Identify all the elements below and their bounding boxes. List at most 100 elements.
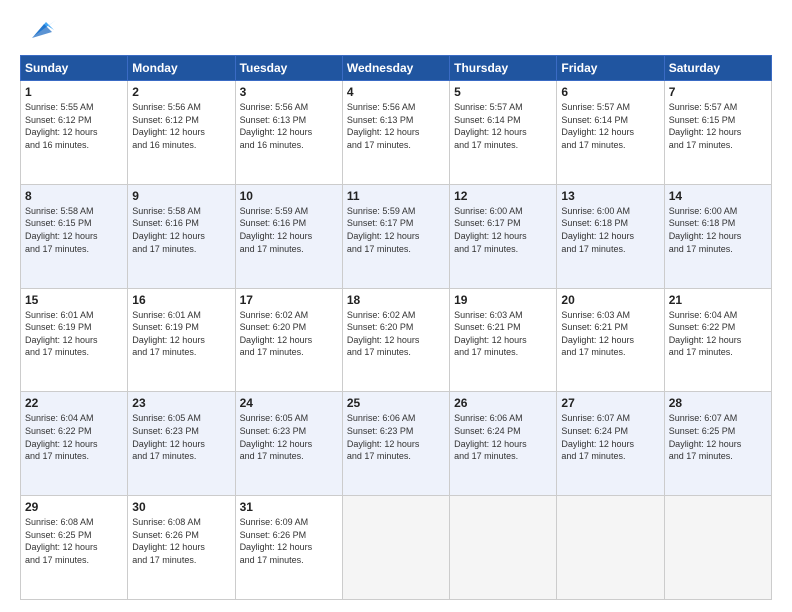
calendar-cell: 4 Sunrise: 5:56 AMSunset: 6:13 PMDaylight… xyxy=(342,81,449,185)
day-of-week-header: Thursday xyxy=(450,56,557,81)
logo-icon xyxy=(26,18,56,45)
day-number: 3 xyxy=(240,85,338,99)
day-info: Sunrise: 5:57 AMSunset: 6:14 PMDaylight:… xyxy=(454,101,552,151)
day-number: 4 xyxy=(347,85,445,99)
calendar-cell: 15 Sunrise: 6:01 AMSunset: 6:19 PMDayligh… xyxy=(21,288,128,392)
calendar-cell: 6 Sunrise: 5:57 AMSunset: 6:14 PMDaylight… xyxy=(557,81,664,185)
day-number: 13 xyxy=(561,189,659,203)
day-info: Sunrise: 5:56 AMSunset: 6:13 PMDaylight:… xyxy=(347,101,445,151)
day-number: 21 xyxy=(669,293,767,307)
day-info: Sunrise: 6:05 AMSunset: 6:23 PMDaylight:… xyxy=(240,412,338,462)
day-number: 24 xyxy=(240,396,338,410)
calendar-cell: 24 Sunrise: 6:05 AMSunset: 6:23 PMDayligh… xyxy=(235,392,342,496)
day-info: Sunrise: 6:09 AMSunset: 6:26 PMDaylight:… xyxy=(240,516,338,566)
calendar-cell: 13 Sunrise: 6:00 AMSunset: 6:18 PMDayligh… xyxy=(557,184,664,288)
day-info: Sunrise: 6:02 AMSunset: 6:20 PMDaylight:… xyxy=(347,309,445,359)
day-info: Sunrise: 6:08 AMSunset: 6:26 PMDaylight:… xyxy=(132,516,230,566)
calendar-cell xyxy=(342,496,449,600)
day-number: 2 xyxy=(132,85,230,99)
calendar-cell: 11Sunrise: 5:59 AMSunset: 6:17 PMDayligh… xyxy=(342,184,449,288)
calendar-cell: 16 Sunrise: 6:01 AMSunset: 6:19 PMDayligh… xyxy=(128,288,235,392)
days-of-week-row: SundayMondayTuesdayWednesdayThursdayFrid… xyxy=(21,56,772,81)
calendar-cell: 5Sunrise: 5:57 AMSunset: 6:14 PMDaylight… xyxy=(450,81,557,185)
logo xyxy=(20,18,56,45)
day-number: 28 xyxy=(669,396,767,410)
calendar-cell: 26 Sunrise: 6:06 AMSunset: 6:24 PMDayligh… xyxy=(450,392,557,496)
calendar-cell: 22 Sunrise: 6:04 AMSunset: 6:22 PMDayligh… xyxy=(21,392,128,496)
calendar-cell: 25 Sunrise: 6:06 AMSunset: 6:23 PMDayligh… xyxy=(342,392,449,496)
day-number: 7 xyxy=(669,85,767,99)
calendar-cell: 19 Sunrise: 6:03 AMSunset: 6:21 PMDayligh… xyxy=(450,288,557,392)
calendar-cell: 28 Sunrise: 6:07 AMSunset: 6:25 PMDayligh… xyxy=(664,392,771,496)
day-info: Sunrise: 5:58 AMSunset: 6:15 PMDaylight:… xyxy=(25,205,123,255)
day-number: 14 xyxy=(669,189,767,203)
day-info: Sunrise: 6:07 AMSunset: 6:24 PMDaylight:… xyxy=(561,412,659,462)
calendar-cell: 7 Sunrise: 5:57 AMSunset: 6:15 PMDaylight… xyxy=(664,81,771,185)
calendar-cell xyxy=(450,496,557,600)
day-info: Sunrise: 5:58 AMSunset: 6:16 PMDaylight:… xyxy=(132,205,230,255)
day-info: Sunrise: 6:02 AMSunset: 6:20 PMDaylight:… xyxy=(240,309,338,359)
calendar-cell: 10Sunrise: 5:59 AMSunset: 6:16 PMDayligh… xyxy=(235,184,342,288)
calendar-cell: 23 Sunrise: 6:05 AMSunset: 6:23 PMDayligh… xyxy=(128,392,235,496)
day-info: Sunrise: 6:05 AMSunset: 6:23 PMDaylight:… xyxy=(132,412,230,462)
day-info: Sunrise: 6:03 AMSunset: 6:21 PMDaylight:… xyxy=(454,309,552,359)
calendar-cell: 30 Sunrise: 6:08 AMSunset: 6:26 PMDayligh… xyxy=(128,496,235,600)
day-number: 8 xyxy=(25,189,123,203)
day-number: 31 xyxy=(240,500,338,514)
day-info: Sunrise: 6:01 AMSunset: 6:19 PMDaylight:… xyxy=(132,309,230,359)
day-number: 12 xyxy=(454,189,552,203)
day-info: Sunrise: 6:04 AMSunset: 6:22 PMDaylight:… xyxy=(25,412,123,462)
day-info: Sunrise: 6:01 AMSunset: 6:19 PMDaylight:… xyxy=(25,309,123,359)
calendar-cell: 2 Sunrise: 5:56 AMSunset: 6:12 PMDaylight… xyxy=(128,81,235,185)
page: SundayMondayTuesdayWednesdayThursdayFrid… xyxy=(0,0,792,612)
calendar-cell: 17 Sunrise: 6:02 AMSunset: 6:20 PMDayligh… xyxy=(235,288,342,392)
day-info: Sunrise: 6:06 AMSunset: 6:24 PMDaylight:… xyxy=(454,412,552,462)
calendar-cell: 12 Sunrise: 6:00 AMSunset: 6:17 PMDayligh… xyxy=(450,184,557,288)
day-info: Sunrise: 6:07 AMSunset: 6:25 PMDaylight:… xyxy=(669,412,767,462)
day-of-week-header: Saturday xyxy=(664,56,771,81)
day-number: 15 xyxy=(25,293,123,307)
day-of-week-header: Monday xyxy=(128,56,235,81)
day-number: 29 xyxy=(25,500,123,514)
calendar-cell: 31 Sunrise: 6:09 AMSunset: 6:26 PMDayligh… xyxy=(235,496,342,600)
calendar-week-row: 15 Sunrise: 6:01 AMSunset: 6:19 PMDayligh… xyxy=(21,288,772,392)
calendar-cell: 20Sunrise: 6:03 AMSunset: 6:21 PMDayligh… xyxy=(557,288,664,392)
calendar-cell xyxy=(664,496,771,600)
day-info: Sunrise: 6:06 AMSunset: 6:23 PMDaylight:… xyxy=(347,412,445,462)
day-info: Sunrise: 6:08 AMSunset: 6:25 PMDaylight:… xyxy=(25,516,123,566)
calendar-cell: 29 Sunrise: 6:08 AMSunset: 6:25 PMDayligh… xyxy=(21,496,128,600)
day-info: Sunrise: 5:56 AMSunset: 6:13 PMDaylight:… xyxy=(240,101,338,151)
day-number: 30 xyxy=(132,500,230,514)
day-number: 23 xyxy=(132,396,230,410)
day-number: 18 xyxy=(347,293,445,307)
day-info: Sunrise: 5:57 AMSunset: 6:14 PMDaylight:… xyxy=(561,101,659,151)
day-number: 27 xyxy=(561,396,659,410)
day-number: 10 xyxy=(240,189,338,203)
day-info: Sunrise: 5:57 AMSunset: 6:15 PMDaylight:… xyxy=(669,101,767,151)
calendar-cell: 3 Sunrise: 5:56 AMSunset: 6:13 PMDaylight… xyxy=(235,81,342,185)
calendar-table: SundayMondayTuesdayWednesdayThursdayFrid… xyxy=(20,55,772,600)
calendar-week-row: 8 Sunrise: 5:58 AMSunset: 6:15 PMDaylight… xyxy=(21,184,772,288)
day-number: 17 xyxy=(240,293,338,307)
day-number: 26 xyxy=(454,396,552,410)
day-number: 19 xyxy=(454,293,552,307)
day-number: 22 xyxy=(25,396,123,410)
day-info: Sunrise: 6:04 AMSunset: 6:22 PMDaylight:… xyxy=(669,309,767,359)
day-info: Sunrise: 6:00 AMSunset: 6:18 PMDaylight:… xyxy=(669,205,767,255)
calendar-body: 1Sunrise: 5:55 AMSunset: 6:12 PMDaylight… xyxy=(21,81,772,600)
day-info: Sunrise: 6:00 AMSunset: 6:17 PMDaylight:… xyxy=(454,205,552,255)
calendar-cell: 9Sunrise: 5:58 AMSunset: 6:16 PMDaylight… xyxy=(128,184,235,288)
day-number: 6 xyxy=(561,85,659,99)
day-of-week-header: Tuesday xyxy=(235,56,342,81)
day-of-week-header: Friday xyxy=(557,56,664,81)
day-number: 25 xyxy=(347,396,445,410)
calendar-cell: 8 Sunrise: 5:58 AMSunset: 6:15 PMDaylight… xyxy=(21,184,128,288)
day-info: Sunrise: 5:56 AMSunset: 6:12 PMDaylight:… xyxy=(132,101,230,151)
header xyxy=(20,18,772,45)
day-number: 16 xyxy=(132,293,230,307)
day-info: Sunrise: 6:03 AMSunset: 6:21 PMDaylight:… xyxy=(561,309,659,359)
day-info: Sunrise: 6:00 AMSunset: 6:18 PMDaylight:… xyxy=(561,205,659,255)
day-info: Sunrise: 5:55 AMSunset: 6:12 PMDaylight:… xyxy=(25,101,123,151)
calendar-cell: 1Sunrise: 5:55 AMSunset: 6:12 PMDaylight… xyxy=(21,81,128,185)
calendar-week-row: 29 Sunrise: 6:08 AMSunset: 6:25 PMDayligh… xyxy=(21,496,772,600)
